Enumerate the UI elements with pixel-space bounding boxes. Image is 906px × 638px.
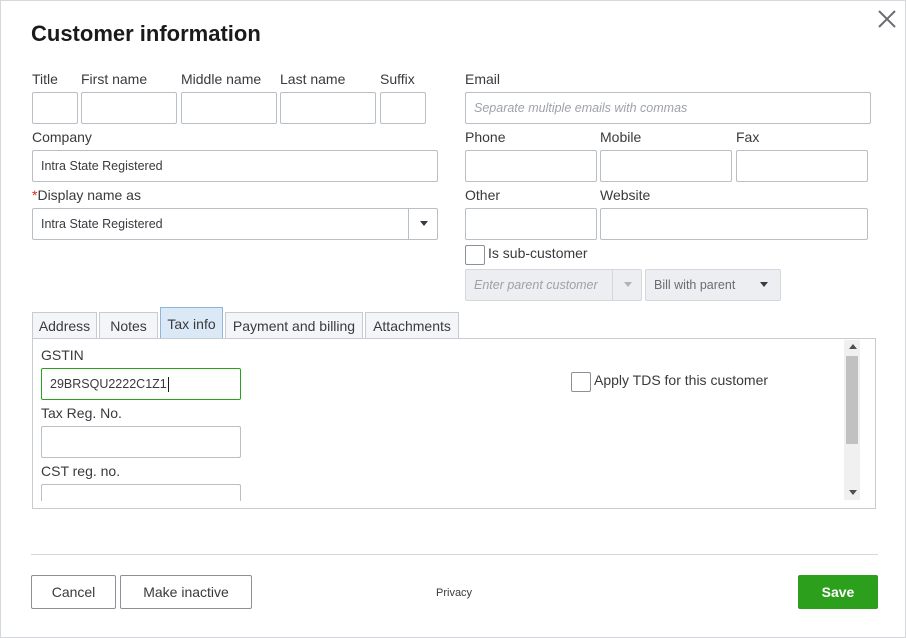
- dropdown-separator: [408, 209, 409, 239]
- email-label: Email: [465, 71, 501, 87]
- chevron-down-icon[interactable]: [420, 221, 428, 226]
- middle-name-label: Middle name: [181, 71, 262, 87]
- other-label: Other: [465, 187, 501, 203]
- tab-payment-and-billing[interactable]: Payment and billing: [225, 312, 363, 339]
- tab-address[interactable]: Address: [32, 312, 97, 339]
- first-name-input[interactable]: [81, 92, 177, 124]
- gstin-label: GSTIN: [41, 347, 84, 363]
- mobile-input[interactable]: [600, 150, 732, 182]
- dropdown-separator: [612, 270, 613, 300]
- display-name-label-row: *Display name as: [32, 187, 141, 203]
- cst-reg-input[interactable]: [41, 484, 241, 501]
- parent-customer-select[interactable]: Enter parent customer: [465, 269, 642, 301]
- website-input[interactable]: [600, 208, 868, 240]
- parent-customer-placeholder: Enter parent customer: [474, 278, 598, 292]
- title-label: Title: [32, 71, 58, 87]
- close-icon[interactable]: [875, 7, 899, 31]
- middle-name-input[interactable]: [181, 92, 277, 124]
- other-input[interactable]: [465, 208, 597, 240]
- display-name-value: Intra State Registered: [41, 217, 163, 231]
- company-input[interactable]: Intra State Registered: [32, 150, 438, 182]
- tab-notes[interactable]: Notes: [99, 312, 158, 339]
- gstin-input[interactable]: 29BRSQU2222C1Z1: [41, 368, 241, 400]
- scroll-up-icon[interactable]: [849, 344, 857, 349]
- privacy-link[interactable]: Privacy: [436, 587, 472, 599]
- phone-label: Phone: [465, 129, 506, 145]
- company-label: Company: [32, 129, 92, 145]
- text-cursor: [167, 376, 169, 392]
- first-name-label: First name: [81, 71, 148, 87]
- tab-tax-info[interactable]: Tax info: [160, 307, 223, 339]
- gstin-value: 29BRSQU2222C1Z1: [50, 377, 167, 391]
- apply-tds-label: Apply TDS for this customer: [594, 372, 769, 388]
- email-input[interactable]: Separate multiple emails with commas: [465, 92, 871, 124]
- cancel-button[interactable]: Cancel: [31, 575, 116, 609]
- chevron-down-icon[interactable]: [624, 282, 632, 287]
- save-button[interactable]: Save: [798, 575, 878, 609]
- tax-reg-label: Tax Reg. No.: [41, 405, 122, 421]
- make-inactive-button[interactable]: Make inactive: [120, 575, 252, 609]
- tax-reg-input[interactable]: [41, 426, 241, 458]
- cst-reg-label: CST reg. no.: [41, 463, 121, 479]
- apply-tds-checkbox[interactable]: [571, 372, 591, 392]
- fax-input[interactable]: [736, 150, 868, 182]
- title-input[interactable]: [32, 92, 78, 124]
- sub-customer-label: Is sub-customer: [488, 245, 588, 261]
- last-name-label: Last name: [280, 71, 346, 87]
- scroll-down-icon[interactable]: [849, 490, 857, 495]
- phone-input[interactable]: [465, 150, 597, 182]
- tab-attachments[interactable]: Attachments: [365, 312, 459, 339]
- footer-divider: [31, 554, 878, 555]
- fax-label: Fax: [736, 129, 760, 145]
- suffix-label: Suffix: [380, 71, 415, 87]
- website-label: Website: [600, 187, 651, 203]
- bill-with-parent-select[interactable]: Bill with parent: [645, 269, 781, 301]
- mobile-label: Mobile: [600, 129, 642, 145]
- bill-with-parent-value: Bill with parent: [654, 278, 736, 292]
- dialog-title: Customer information: [31, 21, 261, 46]
- last-name-input[interactable]: [280, 92, 376, 124]
- chevron-down-icon[interactable]: [760, 282, 768, 287]
- sub-customer-checkbox[interactable]: [465, 245, 485, 265]
- company-value: Intra State Registered: [41, 159, 163, 173]
- suffix-input[interactable]: [380, 92, 426, 124]
- email-placeholder: Separate multiple emails with commas: [474, 101, 688, 115]
- scrollbar-thumb[interactable]: [846, 356, 858, 444]
- display-name-select[interactable]: Intra State Registered: [32, 208, 438, 240]
- display-name-label: Display name as: [37, 187, 141, 203]
